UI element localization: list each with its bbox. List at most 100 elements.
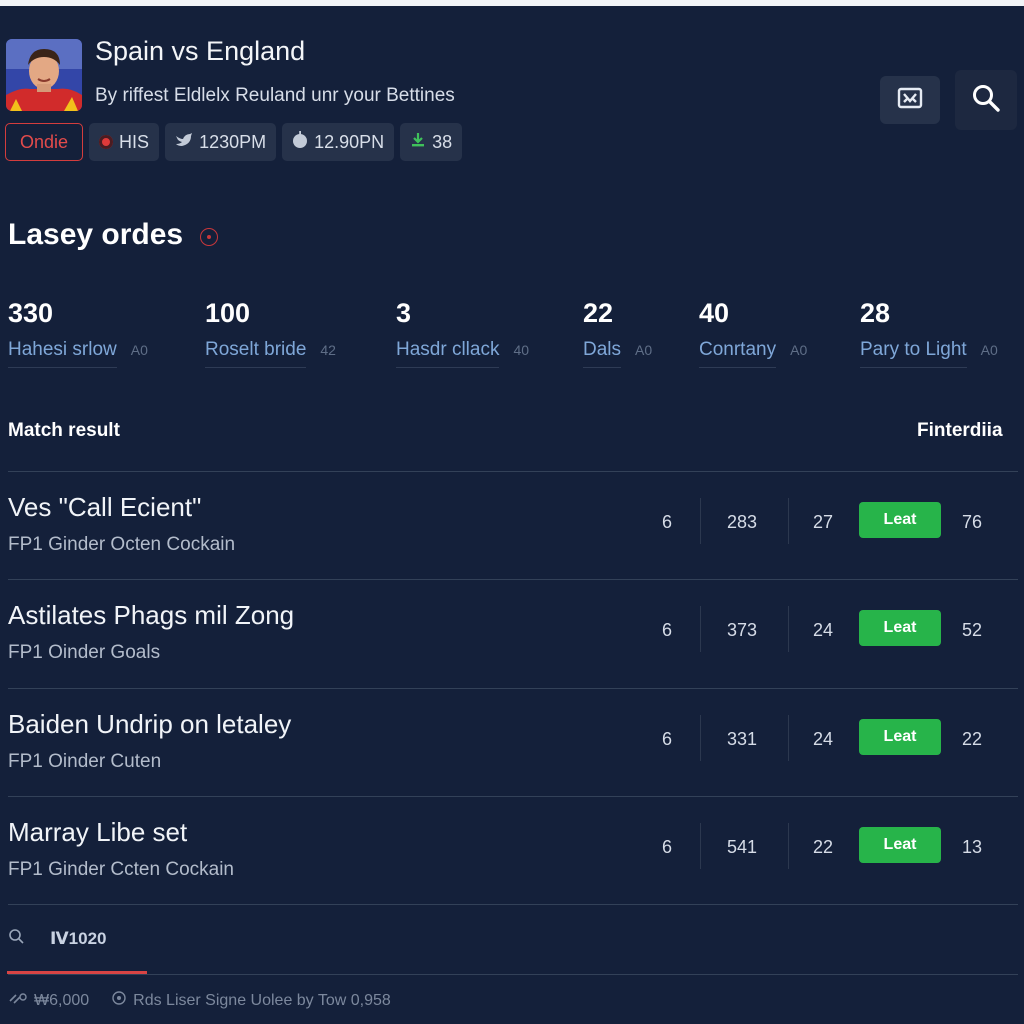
stat-item[interactable]: 330 Hahesi srlow A0 [8,298,148,368]
stat-label: Hasdr cllack [396,339,500,368]
cell-value: 6 [662,837,673,857]
footer-text: Rds Liser Signe Uolee by Tow 0,958 [133,991,391,1009]
share-button[interactable] [880,76,940,124]
match-meta: FP1 Ginder Ccten Cockain [8,859,234,880]
match-name: Baiden Undrip on letaley [8,709,292,739]
cell-value: 541 [727,837,758,857]
search-icon [971,83,1001,118]
footer-amount: ₩6,000 [34,991,90,1009]
column-separator [700,606,701,652]
match-meta: FP1 Oinder Goals [8,642,161,663]
match-name: Marray Libe set [8,817,188,847]
cell-value: 52 [962,620,983,640]
stat-value: 330 [8,298,54,328]
search-icon [8,928,24,949]
cell-value: 6 [662,729,673,749]
stat-item[interactable]: 22 Dals A0 [583,298,652,368]
column-separator [788,606,789,652]
bottom-tab-label: Ⅳ1020 [50,928,107,948]
match-meta: FP1 Ginder Octen Cockain [8,534,236,555]
lead-button[interactable]: Leat [859,719,941,755]
stat-label: Hahesi srlow [8,339,117,368]
stat-sub: A0 [790,342,808,358]
match-name: Astilates Phags mil Zong [8,600,295,630]
table-row[interactable]: Marray Libe set FP1 Ginder Ccten Cockain… [0,797,1024,905]
top-border [0,0,1024,6]
column-separator [700,823,701,869]
stat-value: 3 [396,298,412,328]
page-title: Spain vs England [95,36,306,66]
chip-label: 38 [432,131,453,152]
cell-value: 13 [962,837,983,857]
stat-value: 100 [205,298,251,328]
chip-count[interactable]: 38 [400,123,463,161]
row-divider [8,904,1018,905]
chip-label: 12.90PN [314,131,385,152]
stat-sub: 40 [513,342,530,358]
globe-icon [111,990,127,1011]
cell-value: 76 [962,512,983,532]
stat-item[interactable]: 28 Pary to Light A0 [860,298,998,368]
cell-value: 24 [813,620,834,640]
cell-value: 24 [813,729,834,749]
share-icon [897,87,923,114]
search-button[interactable] [955,70,1017,130]
page-subtitle: By riffest Eldlelx Reuland unr your Bett… [95,85,455,106]
chip-time-1[interactable]: 1230PM [165,123,277,161]
filter-chips: Ondie HIS 1230PM 12.90PN 38 [5,123,463,161]
table-row[interactable]: Ves "Call Ecient" FP1 Ginder Octen Cocka… [0,472,1024,580]
stat-sub: A0 [635,342,653,358]
stat-sub: A0 [980,342,998,358]
link-icon [8,991,28,1010]
cell-value: 283 [727,512,758,532]
stat-item[interactable]: 40 Conrtany A0 [699,298,807,368]
chip-label: 1230PM [199,131,267,152]
chip-label: Ondie [20,131,69,152]
column-separator [788,498,789,544]
stat-label: Dals [583,339,622,368]
lead-button[interactable]: Leat [859,610,941,646]
cell-value: 22 [962,729,983,749]
chip-time-2[interactable]: 12.90PN [282,123,395,161]
lead-button[interactable]: Leat [859,827,941,863]
stat-value: 28 [860,298,891,328]
column-separator [788,715,789,761]
red-dot-icon [99,135,114,149]
stat-item[interactable]: 100 Roselt bride 42 [205,298,336,368]
chip-ondie[interactable]: Ondie [5,123,84,161]
bird-icon [175,132,193,153]
column-separator [788,823,789,869]
stat-label: Pary to Light [860,339,967,368]
match-name: Ves "Call Ecient" [8,492,202,522]
chip-his[interactable]: HIS [89,123,160,161]
stat-item[interactable]: 3 Hasdr cllack 40 [396,298,529,368]
cell-value: 373 [727,620,758,640]
table-header-left: Match result [8,420,120,441]
avatar [6,39,82,111]
stat-value: 22 [583,298,614,328]
bottom-tab[interactable]: Ⅳ1020 [8,928,107,949]
download-icon [410,132,426,153]
cell-value: 331 [727,729,758,749]
stat-sub: A0 [130,342,148,358]
table-row[interactable]: Baiden Undrip on letaley FP1 Oinder Cute… [0,689,1024,797]
column-separator [700,715,701,761]
info-icon[interactable] [200,228,218,246]
lead-button[interactable]: Leat [859,502,941,538]
apple-icon [292,130,308,154]
cell-value: 27 [813,512,834,532]
match-meta: FP1 Oinder Cuten [8,751,162,772]
stat-sub: 42 [320,342,336,358]
cell-value: 6 [662,512,673,532]
table-header-right: Finterdiia [917,420,1003,441]
table-row[interactable]: Astilates Phags mil Zong FP1 Oinder Goal… [0,580,1024,688]
stat-label: Roselt bride [205,339,307,368]
stat-label: Conrtany [699,339,777,368]
cell-value: 22 [813,837,834,857]
section-title: Lasey ordes [8,218,184,251]
footer: ₩6,000 Rds Liser Signe Uolee by Tow 0,95… [8,990,391,1011]
cell-value: 6 [662,620,673,640]
footer-divider [8,974,1018,975]
chip-label: HIS [119,131,150,152]
stat-value: 40 [699,298,730,328]
